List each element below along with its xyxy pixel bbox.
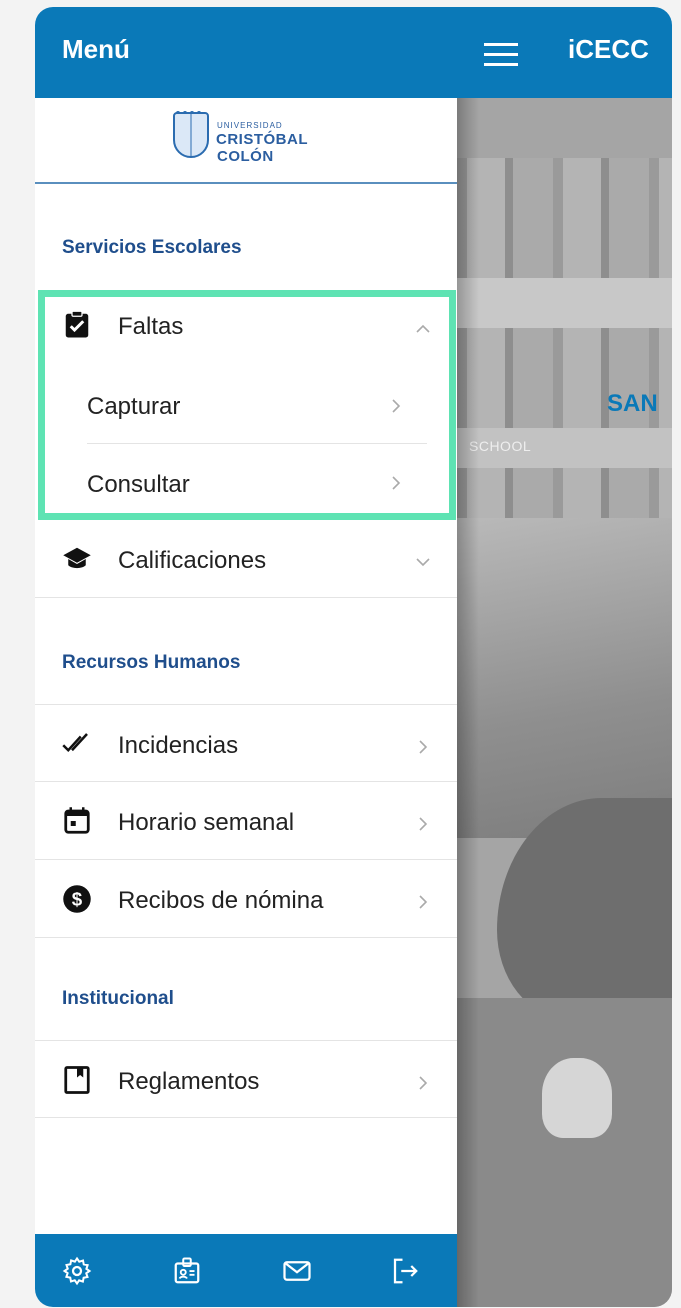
hero-caption: SAN [607,390,658,417]
highlight-box [38,290,456,520]
menu-item-recibos-de-nomina[interactable]: $ Recibos de nómina [35,860,457,938]
menu-item-incidencias[interactable]: Incidencias [35,704,457,782]
logo-line2: CRISTÓBAL [216,131,308,148]
logo-line3: COLÓN [217,148,274,165]
graduation-cap-icon [63,547,91,569]
chevron-right-icon [419,1076,428,1090]
mail-icon[interactable] [282,1256,312,1286]
navigation-drawer: Menú UNIVERSIDAD CRISTÓBAL COLÓN Servici… [35,7,457,1307]
section-header-recursos-humanos: Recursos Humanos [62,652,241,673]
menu-item-label: Incidencias [118,732,239,759]
section-header-institucional: Institucional [62,988,174,1009]
menu-item-label: Recibos de nómina [118,887,324,914]
crown-icon [176,102,206,115]
university-logo: UNIVERSIDAD CRISTÓBAL COLÓN [35,98,457,184]
chevron-right-icon [419,740,428,754]
menu-item-horario-semanal[interactable]: Horario semanal [35,782,457,860]
bottom-action-bar [35,1234,457,1307]
app-bar: iCECC [457,7,672,98]
svg-text:$: $ [72,888,83,909]
phone-screen: iCECC SAN SCHOOL Menú UNIVERSIDAD CRISTÓ… [35,7,672,1307]
drawer-title: Menú [62,34,130,64]
settings-gear-icon[interactable] [62,1256,92,1286]
shield-icon [173,112,209,158]
logout-icon[interactable] [390,1256,420,1286]
menu-item-label: Calificaciones [118,547,267,574]
menu-item-calificaciones[interactable]: Calificaciones [35,520,457,598]
bookmark-page-icon [64,1066,90,1094]
statue-head [542,1058,612,1138]
calendar-icon [64,807,90,834]
hamburger-menu-icon[interactable] [484,43,518,67]
app-title: iCECC [568,34,649,64]
menu-item-reglamentos[interactable]: Reglamentos [35,1040,457,1118]
logo-line1: UNIVERSIDAD [217,121,283,130]
id-badge-icon[interactable] [172,1256,202,1286]
drawer-header: Menú [35,7,457,98]
hero-image: SAN SCHOOL [457,98,672,1307]
chevron-right-icon [419,817,428,831]
dollar-circle-icon: $ [63,885,91,913]
chevron-right-icon [419,895,428,909]
section-header-servicios-escolares: Servicios Escolares [62,237,242,258]
menu-item-label: Reglamentos [118,1068,260,1095]
chevron-down-icon [416,558,430,567]
menu-item-label: Horario semanal [118,809,295,836]
double-check-icon [62,733,88,753]
